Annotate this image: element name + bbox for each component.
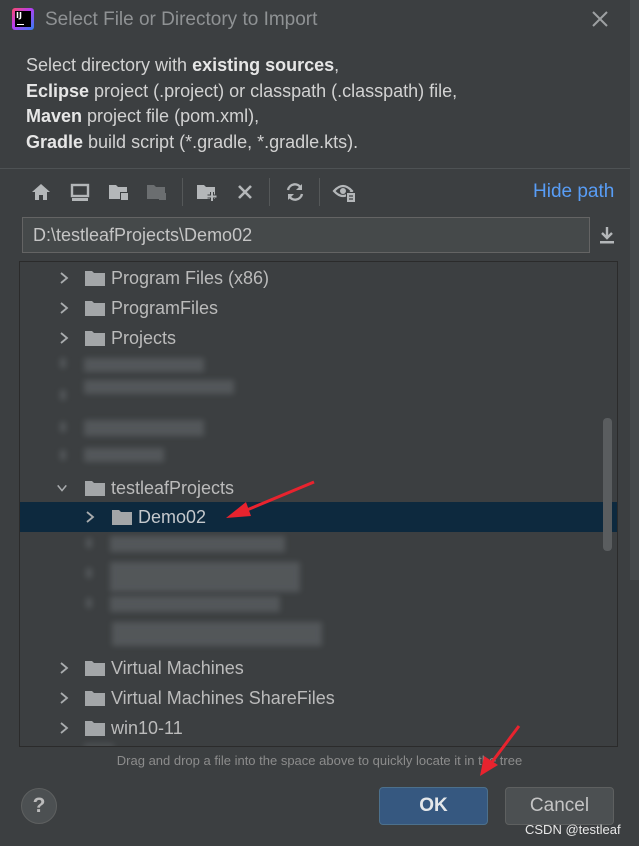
tree-item-label: Virtual Machines ShareFiles bbox=[111, 688, 335, 708]
project-folder-icon[interactable] bbox=[106, 178, 132, 206]
tree-item-program-files-x86[interactable]: Program Files (x86) bbox=[20, 263, 617, 293]
chevron-right-icon[interactable] bbox=[58, 271, 70, 285]
description-line-1: Select directory with existing sources, bbox=[26, 55, 340, 75]
folder-icon bbox=[85, 481, 105, 496]
outer-scrollbar[interactable] bbox=[630, 0, 639, 580]
tree-item-label: Demo02 bbox=[138, 507, 207, 527]
cancel-button[interactable]: Cancel bbox=[505, 787, 614, 825]
chevron-right-icon[interactable] bbox=[58, 331, 70, 345]
chevron-down-icon[interactable] bbox=[56, 481, 68, 495]
folder-icon bbox=[85, 661, 105, 676]
home-icon[interactable] bbox=[28, 178, 54, 206]
folder-icon bbox=[112, 510, 132, 525]
chevron-right-icon[interactable] bbox=[58, 301, 70, 315]
directory-tree[interactable]: Program Files (x86) ProgramFiles Project… bbox=[19, 261, 618, 747]
title-bar: IJ Select File or Directory to Import bbox=[0, 0, 639, 40]
folder-icon bbox=[85, 691, 105, 706]
partially-visible-row bbox=[84, 744, 114, 746]
folder-icon bbox=[85, 301, 105, 316]
tree-scrollbar[interactable] bbox=[603, 418, 612, 551]
tree-item-label: ProgramFiles bbox=[111, 298, 219, 318]
ok-button[interactable]: OK bbox=[379, 787, 488, 825]
refresh-icon[interactable] bbox=[282, 178, 308, 206]
tree-item-win10-11[interactable]: win10-11 bbox=[20, 713, 617, 743]
toolbar-separator bbox=[269, 178, 270, 206]
show-hidden-icon[interactable] bbox=[332, 178, 358, 206]
hide-path-link[interactable]: Hide path bbox=[533, 181, 614, 203]
chevron-right-icon[interactable] bbox=[84, 510, 96, 524]
description-line-2: Eclipse project (.project) or classpath … bbox=[26, 80, 458, 101]
import-description: Select directory with existing sources, … bbox=[26, 53, 626, 155]
drag-drop-hint: Drag and drop a file into the space abov… bbox=[116, 753, 523, 768]
toolbar-separator bbox=[319, 178, 320, 206]
close-icon[interactable] bbox=[588, 6, 612, 32]
toolbar-separator bbox=[182, 178, 183, 206]
chevron-right-icon[interactable] bbox=[58, 721, 70, 735]
tree-item-testleafprojects[interactable]: testleafProjects bbox=[20, 473, 617, 503]
tree-item-label: Program Files (x86) bbox=[111, 268, 270, 288]
tree-item-label: Projects bbox=[111, 328, 177, 348]
tree-item-virtual-machines[interactable]: Virtual Machines bbox=[20, 653, 617, 683]
folder-icon bbox=[85, 721, 105, 736]
intellij-logo-icon: IJ bbox=[12, 8, 34, 30]
window-title: Select File or Directory to Import bbox=[45, 9, 318, 30]
delete-icon[interactable] bbox=[232, 178, 258, 206]
folder-icon bbox=[85, 271, 105, 286]
chevron-right-icon[interactable] bbox=[58, 691, 70, 705]
tree-item-virtual-machines-sharefiles[interactable]: Virtual Machines ShareFiles bbox=[20, 683, 617, 713]
tree-item-programfiles[interactable]: ProgramFiles bbox=[20, 293, 617, 323]
description-line-4: Gradle build script (*.gradle, *.gradle.… bbox=[26, 131, 359, 152]
tree-item-projects[interactable]: Projects bbox=[20, 323, 617, 353]
file-chooser-toolbar bbox=[22, 176, 622, 208]
tree-item-label: testleafProjects bbox=[111, 478, 235, 498]
chevron-right-icon[interactable] bbox=[58, 661, 70, 675]
description-line-3: Maven project file (pom.xml), bbox=[26, 106, 260, 126]
new-folder-icon[interactable] bbox=[194, 178, 220, 206]
folder-icon bbox=[85, 331, 105, 346]
tree-item-label: win10-11 bbox=[111, 718, 183, 738]
help-button[interactable]: ? bbox=[21, 788, 57, 824]
tree-item-label: Virtual Machines bbox=[111, 658, 244, 678]
desktop-icon[interactable] bbox=[67, 178, 93, 206]
module-folder-icon[interactable] bbox=[144, 178, 170, 206]
watermark: CSDN @testleaf bbox=[525, 822, 621, 837]
tree-item-demo02[interactable]: Demo02 bbox=[20, 502, 617, 532]
download-icon[interactable] bbox=[596, 223, 618, 247]
divider bbox=[0, 168, 639, 169]
path-input[interactable] bbox=[22, 217, 590, 253]
